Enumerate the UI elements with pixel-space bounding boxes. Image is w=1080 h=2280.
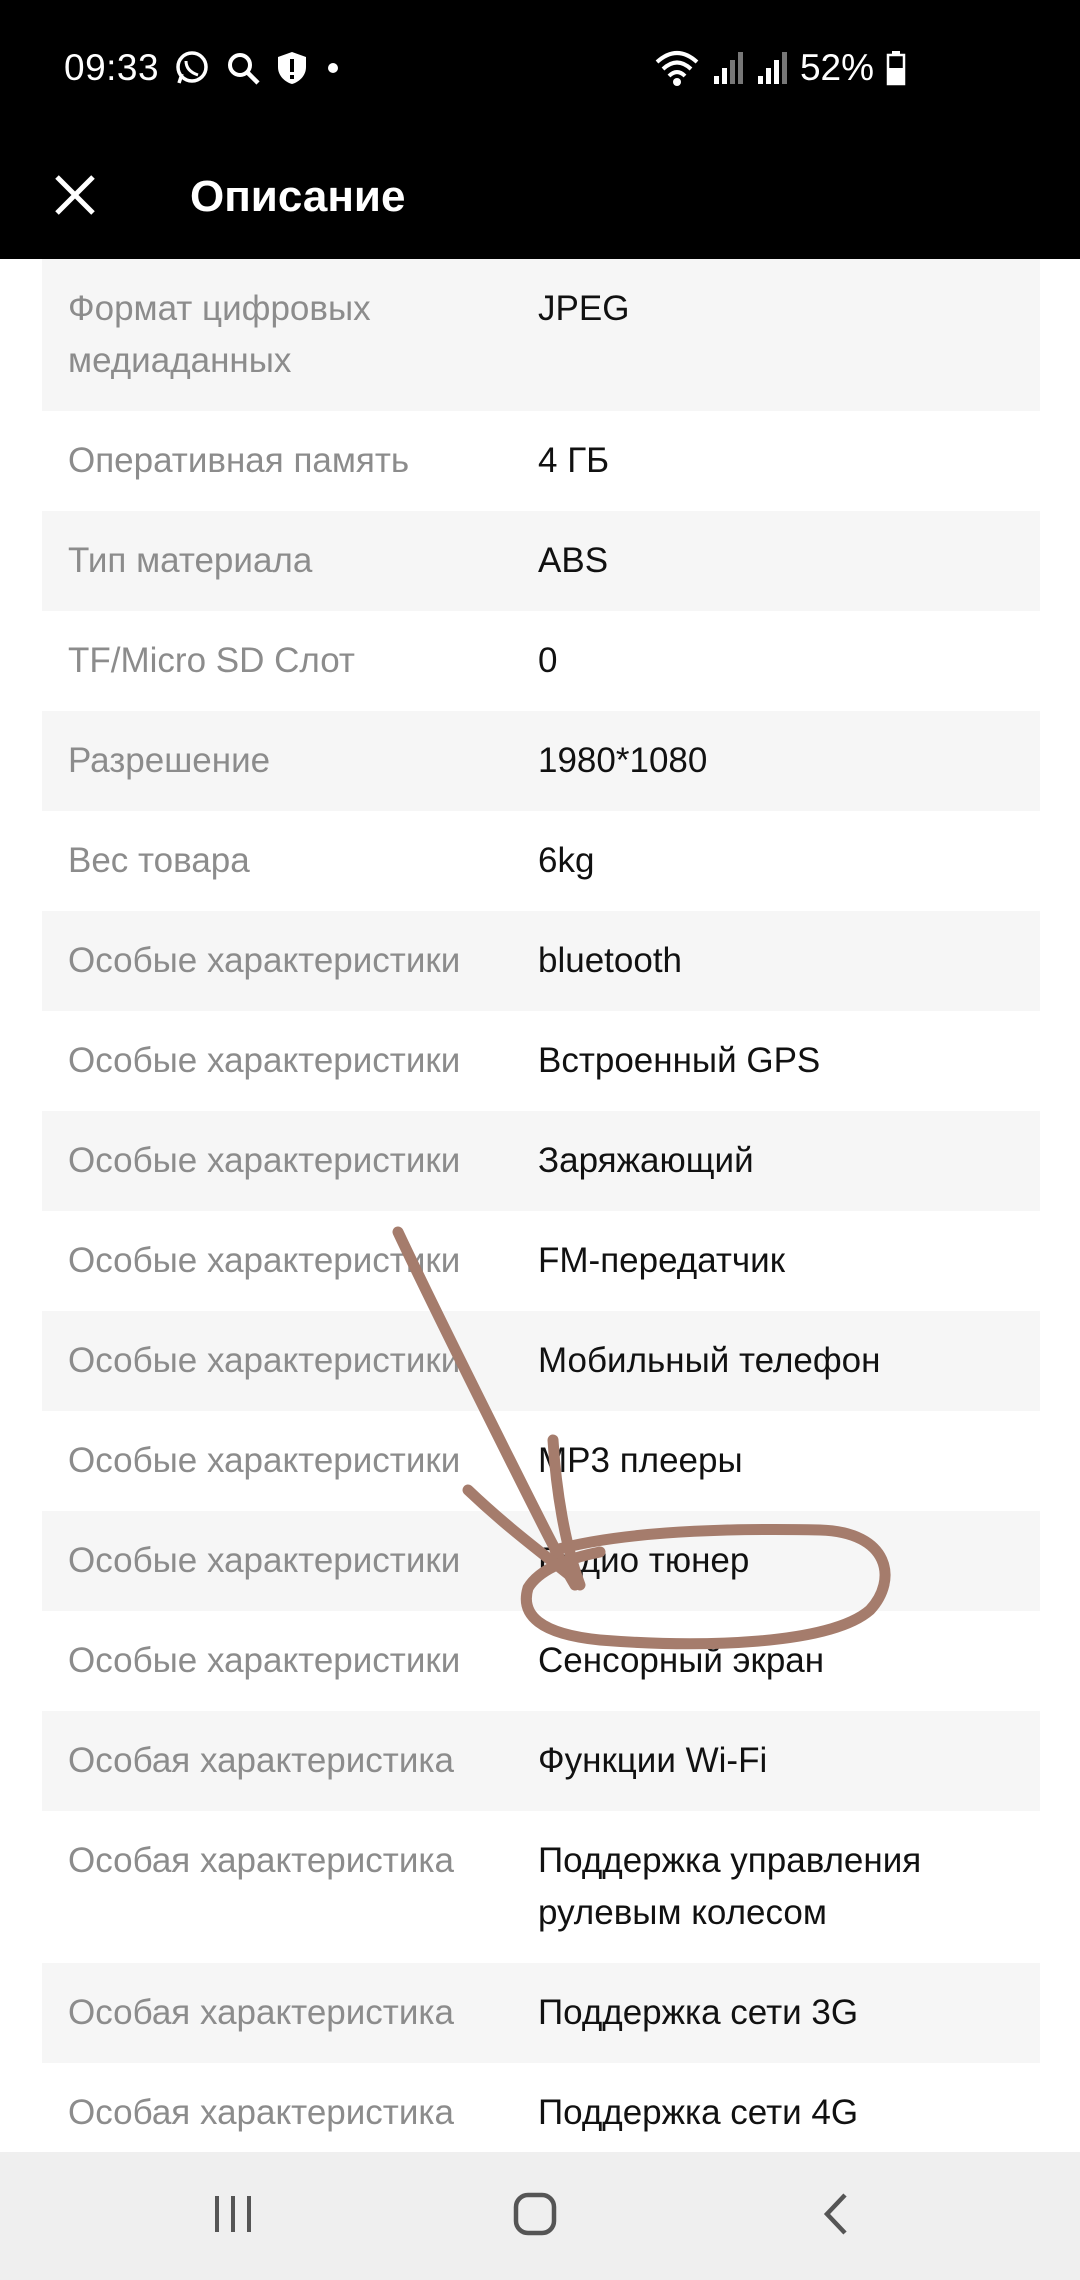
spec-row: Особые характеристики Радио тюнер: [42, 1511, 1040, 1611]
spec-value: JPEG: [538, 289, 630, 328]
shield-icon: [275, 50, 309, 86]
spec-row: Особые характеристики Заряжающий: [42, 1111, 1040, 1211]
home-icon: [512, 2191, 558, 2242]
status-bar: 09:33 52%: [0, 0, 1080, 135]
spec-label: Особые характеристики: [68, 1241, 461, 1280]
spec-value: Встроенный GPS: [538, 1041, 821, 1080]
spec-value: Радио тюнер: [538, 1541, 750, 1580]
spec-label: Разрешение: [68, 741, 271, 780]
status-left: 09:33: [64, 45, 343, 91]
signal-icon: [756, 50, 788, 86]
spec-row: Особая характеристика Поддержка сети 4G: [42, 2063, 1040, 2152]
spec-value: 1980*1080: [538, 741, 708, 780]
spec-row: Особые характеристики MP3 плееры: [42, 1411, 1040, 1511]
spec-value: bluetooth: [538, 941, 683, 980]
spec-value: 4 ГБ: [538, 441, 610, 480]
spec-row: Тип материала ABS: [42, 511, 1040, 611]
spec-list: Формат цифровых медиаданных JPEG Оперативн…: [42, 259, 1040, 2152]
spec-row: Вес товара 6kg: [42, 811, 1040, 911]
spec-label: Особые характеристики: [68, 1141, 461, 1180]
spec-row: TF/Micro SD Слот 0: [42, 611, 1040, 711]
spec-value: ABS: [538, 541, 609, 580]
spec-label: Особые характеристики: [68, 1441, 461, 1480]
spec-label: Особые характеристики: [68, 1641, 461, 1680]
battery-percent: 52%: [799, 47, 874, 88]
whatsapp-icon: [173, 49, 211, 87]
spec-row: Особая характеристика Поддержка управлени…: [42, 1811, 1040, 1963]
status-right: 52%: [654, 45, 906, 91]
spec-value: MP3 плееры: [538, 1441, 743, 1480]
spec-label: Особая характеристика: [68, 2093, 454, 2132]
spec-label: Особые характеристики: [68, 1541, 461, 1580]
spec-label: Особые характеристики: [68, 1341, 461, 1380]
spec-row: Формат цифровых медиаданных JPEG: [42, 259, 1040, 411]
spec-row: Особая характеристика Функции Wi-Fi: [42, 1711, 1040, 1811]
spec-row: Особая характеристика Поддержка сети 3G: [42, 1963, 1040, 2063]
spec-label: TF/Micro SD Слот: [68, 641, 355, 680]
navigation-bar: [0, 2152, 1080, 2280]
spec-label: Вес товара: [68, 841, 250, 880]
signal-icon: [712, 50, 744, 86]
back-icon: [819, 2191, 855, 2242]
close-icon: [53, 173, 97, 222]
recents-button[interactable]: [193, 2176, 273, 2256]
spec-value: Сенсорный экран: [538, 1641, 825, 1680]
spec-label: Особые характеристики: [68, 1041, 461, 1080]
search-icon: [225, 50, 261, 86]
wifi-icon: [654, 48, 700, 88]
spec-value: Функции Wi-Fi: [538, 1741, 768, 1780]
battery-icon: [886, 50, 906, 86]
status-time: 09:33: [64, 47, 160, 88]
spec-row: Особые характеристики Встроенный GPS: [42, 1011, 1040, 1111]
spec-value: 6kg: [538, 841, 595, 880]
app-bar: Описание: [0, 135, 1080, 259]
spec-row: Особые характеристики Сенсорный экран: [42, 1611, 1040, 1711]
close-button[interactable]: [40, 162, 110, 232]
spec-label: Формат цифровых медиаданных: [68, 289, 371, 380]
spec-label: Особая характеристика: [68, 1741, 454, 1780]
spec-value: Заряжающий: [538, 1141, 754, 1180]
spec-row: Особые характеристики bluetooth: [42, 911, 1040, 1011]
page-title: Описание: [190, 172, 406, 221]
dot-icon: [323, 58, 343, 78]
spec-value: Мобильный телефон: [538, 1341, 881, 1380]
spec-row: Особые характеристики FM-передатчик: [42, 1211, 1040, 1311]
spec-value: 0: [538, 641, 558, 680]
spec-value: Поддержка сети 4G: [538, 2093, 859, 2132]
spec-label: Особые характеристики: [68, 941, 461, 980]
spec-label: Особая характеристика: [68, 1841, 454, 1880]
spec-label: Оперативная память: [68, 441, 410, 480]
spec-row: Разрешение 1980*1080: [42, 711, 1040, 811]
spec-row: Оперативная память 4 ГБ: [42, 411, 1040, 511]
spec-label: Особая характеристика: [68, 1993, 454, 2032]
spec-value: Поддержка сети 3G: [538, 1993, 859, 2032]
spec-label: Тип материала: [68, 541, 313, 580]
description-content[interactable]: Формат цифровых медиаданных JPEG Оперативн…: [0, 259, 1080, 2152]
spec-value: FM-передатчик: [538, 1241, 786, 1280]
home-button[interactable]: [495, 2176, 575, 2256]
recents-icon: [211, 2194, 255, 2239]
back-button[interactable]: [797, 2176, 877, 2256]
spec-value: Поддержка управления рулевым колесом: [538, 1841, 922, 1932]
spec-row: Особые характеристики Мобильный телефон: [42, 1311, 1040, 1411]
